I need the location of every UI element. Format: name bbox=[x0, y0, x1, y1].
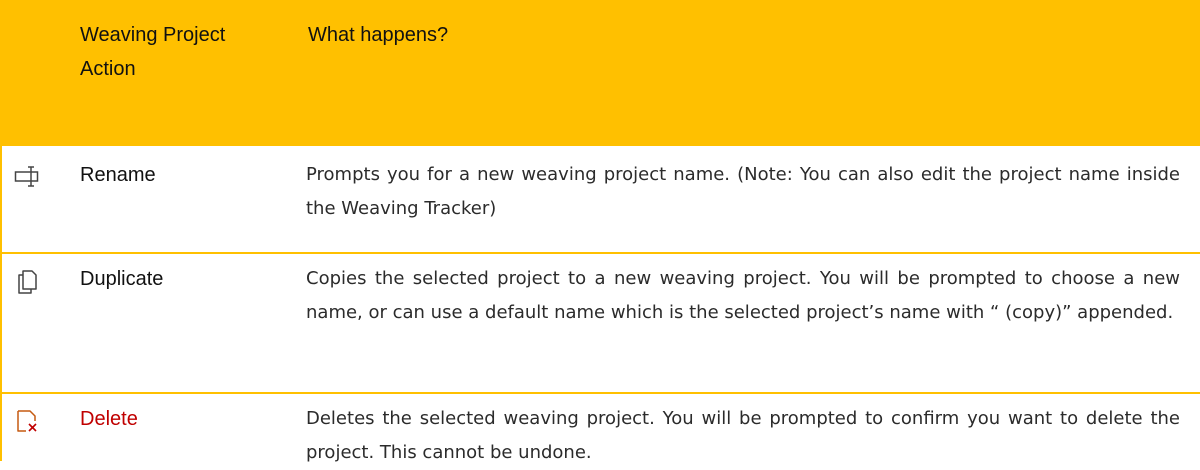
table-header: Weaving Project Action What happens? bbox=[0, 0, 1200, 146]
delete-icon bbox=[17, 410, 37, 432]
table-row-duplicate: Duplicate Copies the selected project to… bbox=[0, 254, 1200, 392]
description-rename: Prompts you for a new weaving project na… bbox=[306, 164, 1180, 219]
description-delete: Deletes the selected weaving project. Yo… bbox=[306, 408, 1180, 463]
rename-icon bbox=[14, 166, 39, 187]
header-what-happens: What happens? bbox=[308, 24, 449, 46]
table-row-delete: Delete Deletes the selected weaving proj… bbox=[0, 394, 1200, 463]
action-rename: Rename bbox=[80, 164, 156, 186]
action-delete: Delete bbox=[80, 408, 138, 430]
description-duplicate: Copies the selected project to a new wea… bbox=[306, 268, 1180, 323]
duplicate-icon bbox=[18, 270, 37, 294]
action-duplicate: Duplicate bbox=[80, 268, 164, 290]
table-row-rename: Rename Prompts you for a new weaving pro… bbox=[0, 146, 1200, 252]
header-action: Weaving Project Action bbox=[80, 24, 226, 80]
project-actions-table: Weaving Project Action What happens? Ren… bbox=[0, 0, 1200, 463]
